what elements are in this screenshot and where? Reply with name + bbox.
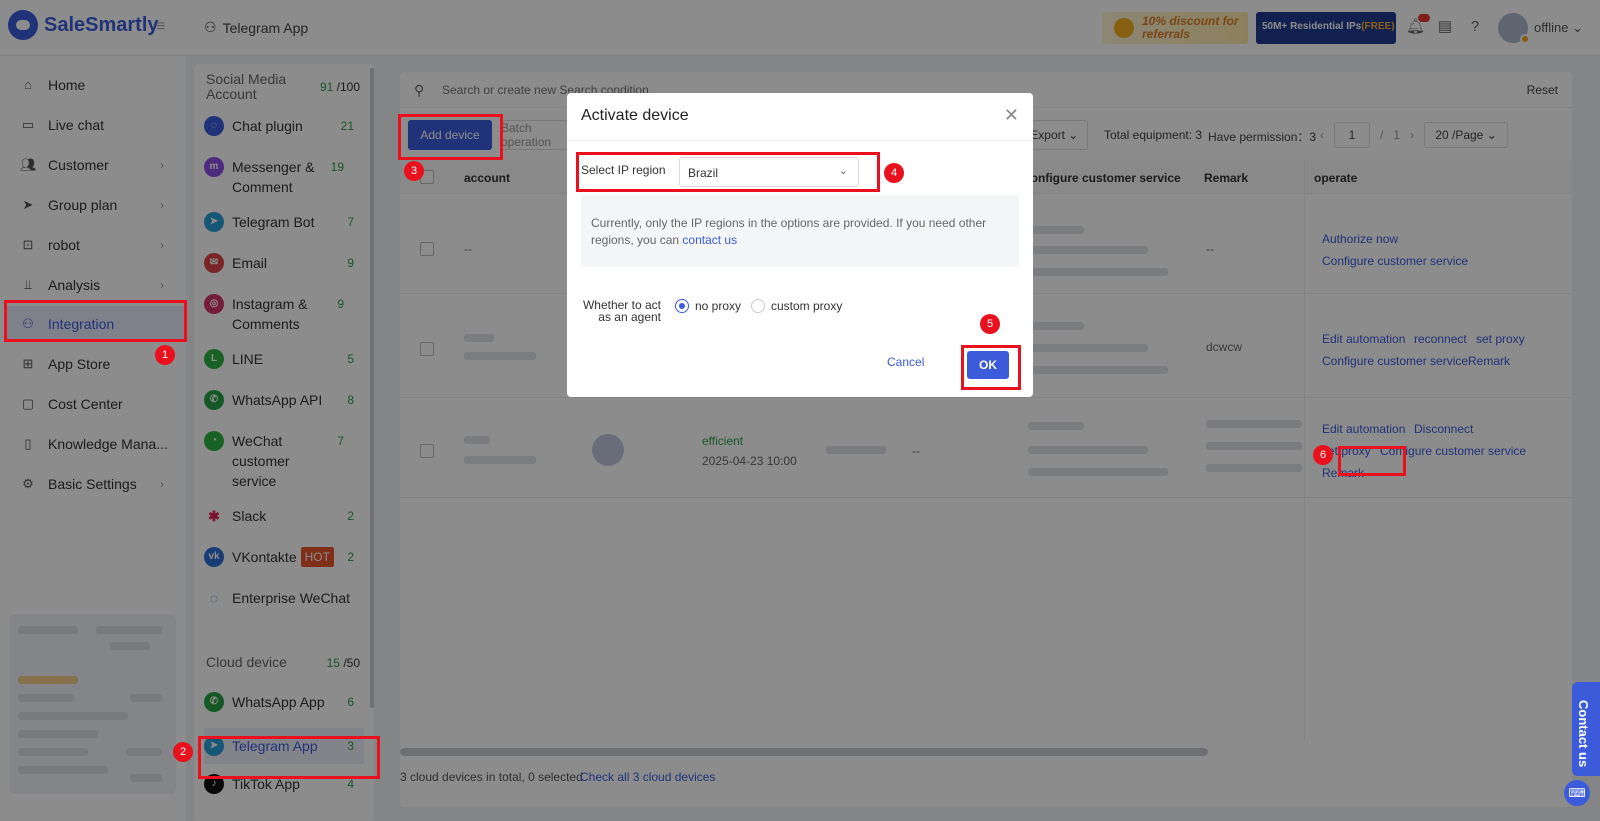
- highlight-add-device: [398, 114, 503, 160]
- highlight-ip-region: [576, 152, 880, 192]
- region-notice: Currently, only the IP regions in the op…: [581, 195, 1019, 267]
- highlight-ok: [961, 345, 1021, 390]
- no-proxy-radio[interactable]: no proxy: [675, 299, 741, 313]
- highlight-integration: [4, 300, 187, 342]
- contact-us-link[interactable]: contact us: [682, 233, 737, 247]
- custom-proxy-radio[interactable]: custom proxy: [751, 299, 842, 313]
- step-badge: 1: [155, 345, 175, 365]
- cancel-button[interactable]: Cancel: [887, 355, 924, 369]
- step-badge: 4: [884, 163, 904, 183]
- dialog-title: Activate device: [581, 107, 689, 124]
- close-icon[interactable]: ✕: [1004, 105, 1019, 126]
- highlight-telegram-app: [198, 736, 380, 779]
- highlight-set-proxy: [1338, 446, 1406, 476]
- step-badge: 5: [980, 314, 1000, 334]
- step-badge: 2: [173, 742, 193, 762]
- divider: [567, 140, 1033, 141]
- step-badge: 3: [404, 161, 424, 181]
- radio-unchecked-icon: [751, 299, 765, 313]
- agent-label: Whether to act as an agent: [582, 298, 661, 324]
- chat-bubble-icon[interactable]: ⌨: [1564, 780, 1590, 806]
- contact-us-label: Contact us: [1576, 700, 1591, 768]
- step-badge: 6: [1313, 445, 1333, 465]
- radio-checked-icon: [675, 299, 689, 313]
